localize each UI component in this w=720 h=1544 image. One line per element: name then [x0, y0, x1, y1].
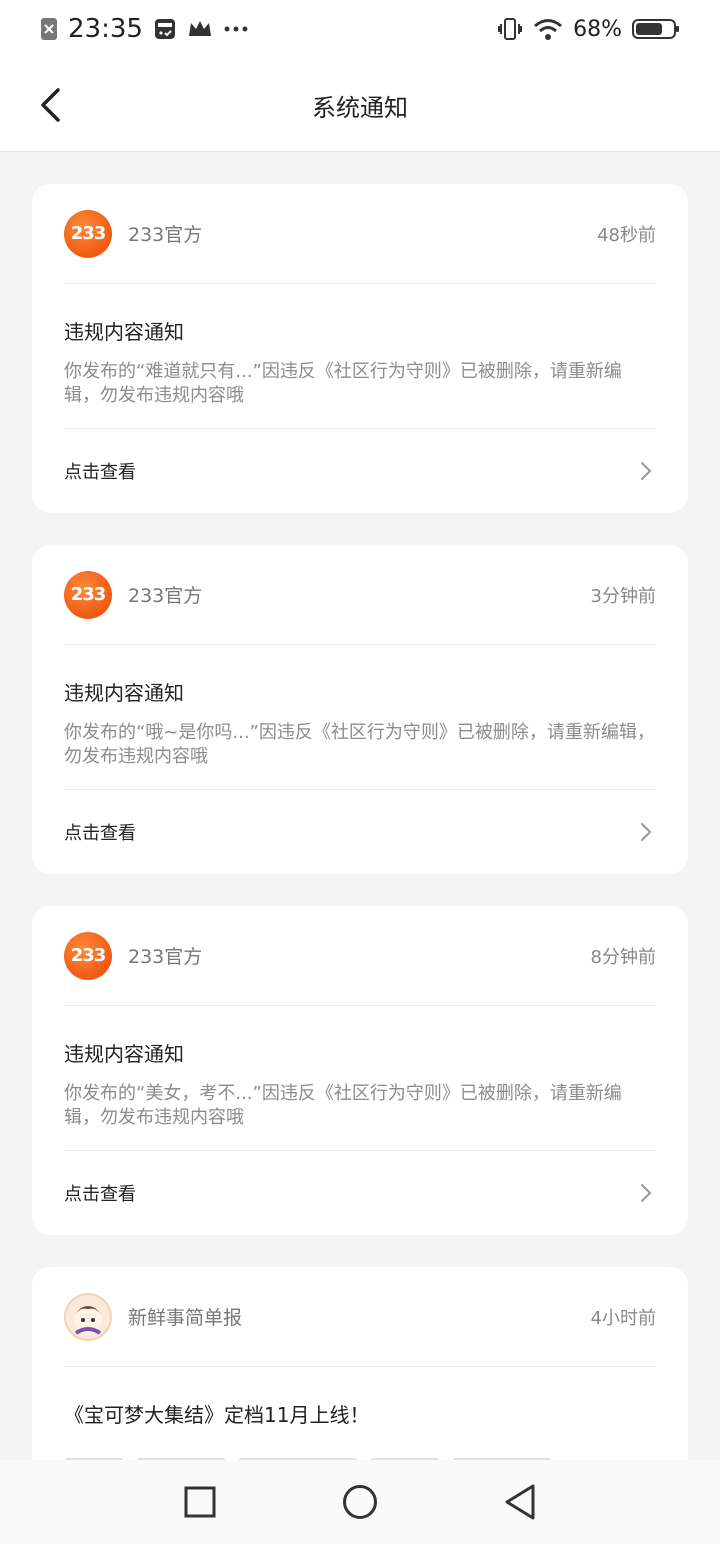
- card-header: 233 233官方 48秒前: [64, 184, 656, 284]
- avatar-text: 233: [70, 945, 107, 966]
- message-title: 违规内容通知: [64, 320, 184, 344]
- home-button[interactable]: [330, 1472, 390, 1532]
- view-details-link[interactable]: 点击查看: [64, 1151, 656, 1235]
- recent-apps-square-icon: [184, 1486, 216, 1518]
- chevron-right-icon: [636, 461, 656, 481]
- page-title: 系统通知: [312, 94, 408, 122]
- home-circle-icon: [343, 1485, 377, 1519]
- view-details-link[interactable]: 点击查看: [64, 429, 656, 513]
- more-dots-icon: [223, 25, 249, 33]
- sender-name: 233官方: [128, 224, 203, 246]
- timestamp: 4小时前: [590, 1307, 656, 1329]
- crown-icon: [187, 18, 213, 40]
- card-header: 新鲜事简单报 4小时前: [64, 1267, 656, 1367]
- sender-name: 233官方: [128, 946, 203, 968]
- message-title: 违规内容通知: [64, 681, 184, 705]
- back-triangle-icon: [505, 1484, 535, 1520]
- chevron-right-icon: [636, 1183, 656, 1203]
- sender-name: 新鲜事简单报: [128, 1307, 243, 1329]
- notification-card[interactable]: 新鲜事简单报 4小时前 《宝可梦大集结》定档11月上线！: [32, 1267, 688, 1479]
- timestamp: 8分钟前: [590, 946, 656, 968]
- status-right: 68%: [497, 17, 680, 42]
- system-nav-bar: [0, 1460, 720, 1544]
- card-header: 233 233官方 3分钟前: [64, 545, 656, 645]
- message-title: 《宝可梦大集结》定档11月上线！: [64, 1403, 370, 1427]
- avatar-233-logo: 233: [64, 570, 112, 619]
- view-details-link[interactable]: 点击查看: [64, 790, 656, 874]
- bus-card-icon: [153, 17, 177, 41]
- notification-card: 233 233官方 8分钟前 违规内容通知 你发布的“美女，考不...”因违反《…: [32, 906, 688, 1235]
- view-details-label: 点击查看: [64, 823, 136, 844]
- message-text: 你发布的“哦~是你吗...”因违反《社区行为守则》已被删除，请重新编辑，勿发布违…: [64, 722, 655, 767]
- header-bar: 系统通知: [0, 58, 720, 152]
- message-text-cut-off: [64, 1451, 656, 1466]
- notification-card: 233 233官方 48秒前 违规内容通知 你发布的“难道就只有...”因违反《…: [32, 184, 688, 513]
- avatar-anime-character: [64, 1292, 112, 1341]
- avatar-233-logo: 233: [64, 209, 112, 258]
- view-details-label: 点击查看: [64, 462, 136, 483]
- card-header: 233 233官方 8分钟前: [64, 906, 656, 1006]
- wifi-icon: [533, 17, 563, 41]
- avatar-text: 233: [70, 584, 107, 605]
- message-text: 你发布的“美女，考不...”因违反《社区行为守则》已被删除，请重新编辑，勿发布违…: [64, 1083, 622, 1128]
- timestamp: 48秒前: [597, 224, 656, 246]
- message-text: 你发布的“难道就只有...”因违反《社区行为守则》已被删除，请重新编辑，勿发布违…: [64, 361, 622, 406]
- sim-x-icon: [40, 17, 58, 41]
- card-body: 违规内容通知 你发布的“美女，考不...”因违反《社区行为守则》已被删除，请重新…: [64, 1006, 656, 1151]
- view-details-label: 点击查看: [64, 1184, 136, 1205]
- card-body: 违规内容通知 你发布的“哦~是你吗...”因违反《社区行为守则》已被删除，请重新…: [64, 645, 656, 790]
- recent-apps-button[interactable]: [170, 1472, 230, 1532]
- battery-percent: 68%: [573, 16, 622, 42]
- avatar-233-logo: 233: [64, 931, 112, 980]
- avatar-text: 233: [70, 223, 107, 244]
- message-title: 违规内容通知: [64, 1042, 184, 1066]
- notification-list: 233 233官方 48秒前 违规内容通知 你发布的“难道就只有...”因违反《…: [32, 184, 688, 1511]
- vibrate-icon: [497, 17, 523, 41]
- status-bar: 23:35 68%: [0, 0, 720, 58]
- battery-icon: [632, 17, 680, 41]
- system-back-button[interactable]: [490, 1472, 550, 1532]
- screen: 23:35 68% 系统通知 233 233官方 48秒前 违规内容通知 你发布…: [0, 0, 720, 1544]
- status-time: 23:35: [68, 14, 143, 44]
- status-left: 23:35: [40, 14, 249, 44]
- timestamp: 3分钟前: [590, 585, 656, 607]
- sender-name: 233官方: [128, 585, 203, 607]
- card-body: 违规内容通知 你发布的“难道就只有...”因违反《社区行为守则》已被删除，请重新…: [64, 284, 656, 429]
- notification-card: 233 233官方 3分钟前 违规内容通知 你发布的“哦~是你吗...”因违反《…: [32, 545, 688, 874]
- chevron-right-icon: [636, 822, 656, 842]
